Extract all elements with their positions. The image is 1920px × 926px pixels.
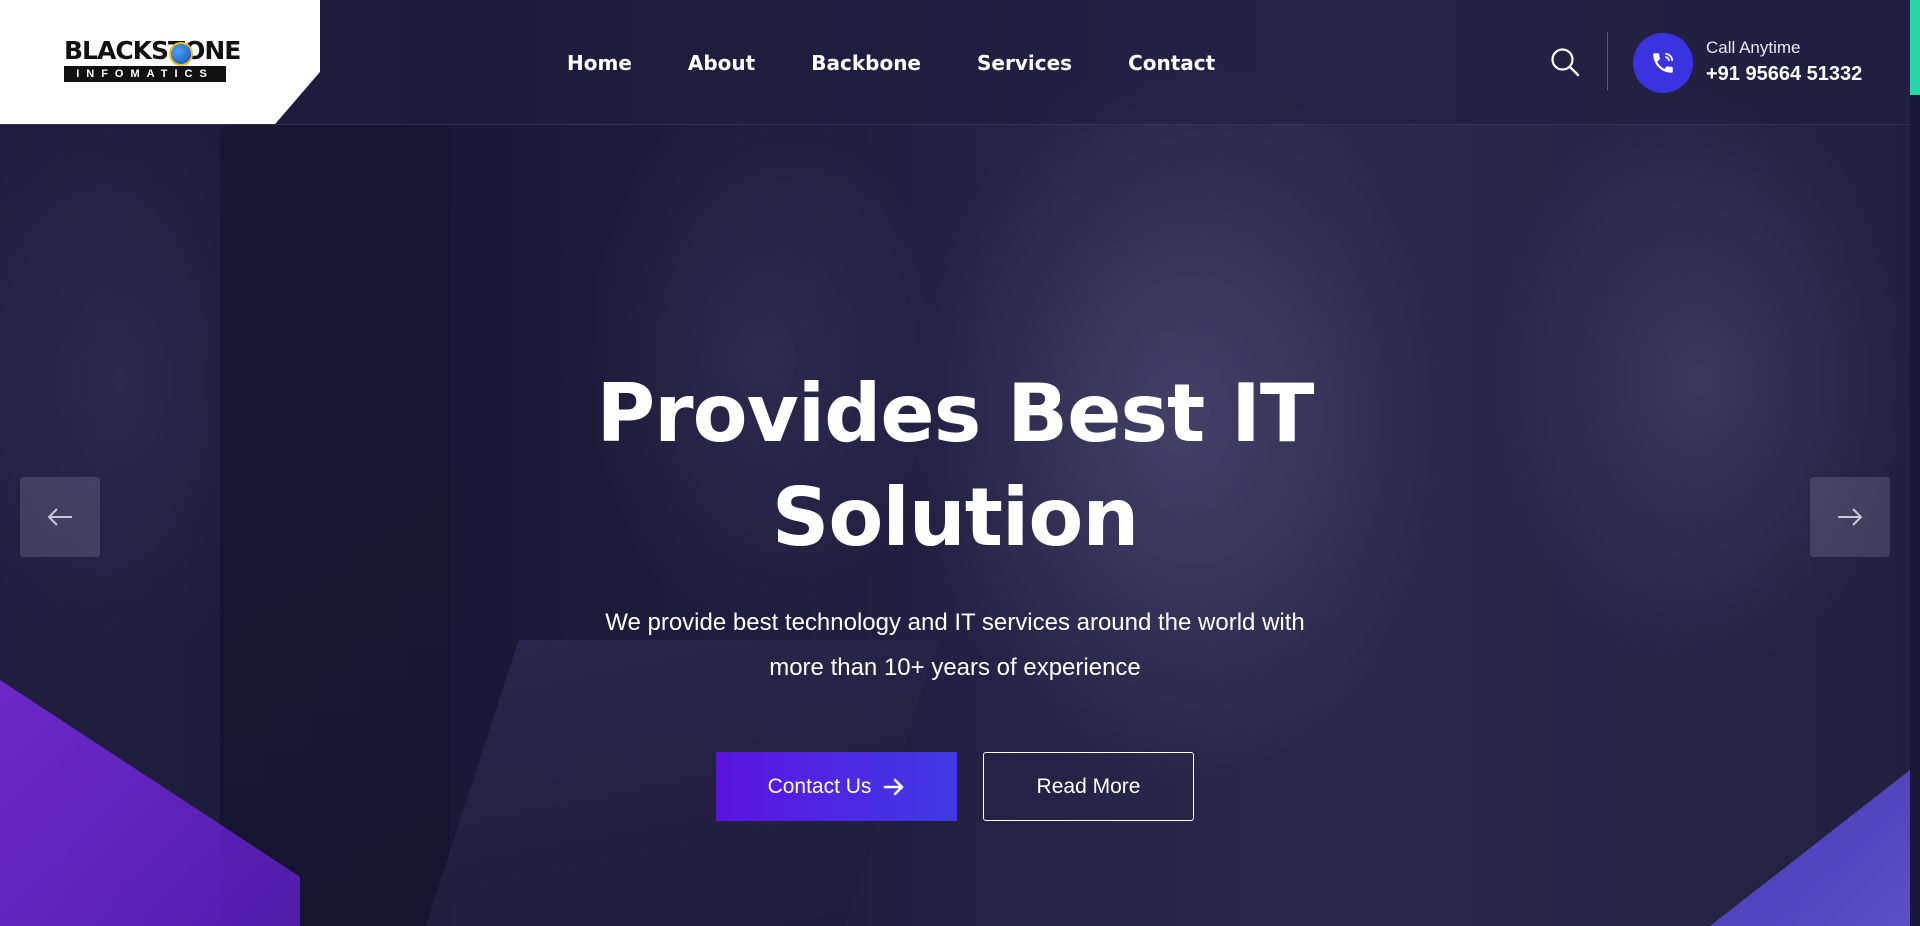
nav-services[interactable]: Services <box>977 48 1072 78</box>
globe-icon <box>171 44 191 64</box>
arrow-right-icon <box>1838 508 1863 526</box>
header-divider <box>1607 32 1608 90</box>
nav-backbone[interactable]: Backbone <box>811 48 921 78</box>
hero-subtitle: We provide best technology and IT servic… <box>555 600 1355 690</box>
logo-container: BLACKSTONE INFOMATICS <box>0 0 320 124</box>
hero-title: Provides Best IT Solution <box>455 362 1455 570</box>
hero-subtitle-line2: more than 10+ years of experience <box>769 654 1141 681</box>
scrollbar-track[interactable] <box>1910 0 1920 926</box>
site-header: BLACKSTONE INFOMATICS Home About Backbon… <box>0 0 1910 125</box>
hero-title-line1: Provides Best IT <box>596 367 1315 460</box>
read-more-label: Read More <box>1036 774 1141 798</box>
search-icon[interactable] <box>1550 47 1580 77</box>
arrow-left-icon <box>47 508 72 526</box>
logo-wordmark: BLACKSTONE <box>64 36 241 65</box>
contact-us-label: Contact Us <box>767 774 872 798</box>
arrow-right-icon <box>884 778 904 795</box>
hero-title-line2: Solution <box>771 471 1140 564</box>
nav-about[interactable]: About <box>688 48 755 78</box>
call-number-link[interactable]: +91 95664 51332 <box>1706 63 1862 86</box>
logo-subtext: INFOMATICS <box>64 66 226 82</box>
read-more-button[interactable]: Read More <box>983 752 1194 821</box>
hero-subtitle-line1: We provide best technology and IT servic… <box>605 609 1305 636</box>
nav-contact[interactable]: Contact <box>1128 48 1215 78</box>
contact-us-button[interactable]: Contact Us <box>716 752 957 821</box>
phone-icon[interactable] <box>1633 33 1693 93</box>
scrollbar-thumb[interactable] <box>1910 0 1920 95</box>
slider-next-button[interactable] <box>1810 477 1890 557</box>
call-label: Call Anytime <box>1706 38 1801 57</box>
site-logo[interactable]: BLACKSTONE INFOMATICS <box>64 36 241 90</box>
nav-home[interactable]: Home <box>567 48 632 78</box>
slider-prev-button[interactable] <box>20 477 100 557</box>
main-nav: Home About Backbone Services Contact <box>567 48 1215 78</box>
